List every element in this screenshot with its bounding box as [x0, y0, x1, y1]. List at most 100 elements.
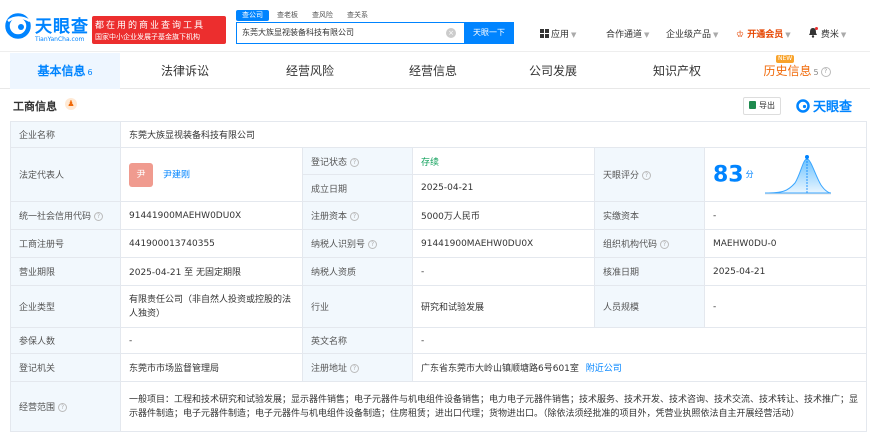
chevron-down-icon: ▼ — [644, 31, 650, 39]
tab-history[interactable]: NEW 历史信息 5? — [742, 53, 852, 89]
grid-icon — [540, 29, 549, 38]
tab-operating-info[interactable]: 经营信息 — [378, 53, 488, 89]
table-row: 工商注册号 441900013740355 纳税人识别号? 91441900MA… — [10, 229, 868, 258]
partner-label: 合作通道 — [606, 30, 643, 40]
legal-rep-label: 法定代表人 — [10, 147, 121, 202]
credit-code-label: 统一社会信用代码? — [10, 201, 121, 230]
score-distribution-icon — [764, 154, 831, 194]
address-value: 广东省东莞市大岭山镇顺塘路6号601室 — [421, 364, 579, 374]
search-tab-risk[interactable]: 查风险 — [306, 10, 339, 21]
search-tab-company[interactable]: 查公司 — [236, 10, 269, 21]
section-title: 工商信息 — [13, 100, 57, 113]
tab-development[interactable]: 公司发展 — [498, 53, 608, 89]
partner-menu[interactable]: 合作通道 ▼ — [606, 27, 649, 40]
en-name-label: 英文名称 — [302, 327, 413, 354]
scope-label-text: 经营范围 — [19, 403, 56, 413]
legal-rep-link[interactable]: 尹建刚 — [163, 170, 190, 180]
authority-value: 东莞市市场监督管理局 — [120, 353, 303, 382]
insured-label: 参保人数 — [10, 327, 121, 354]
nearby-companies-link[interactable]: 附近公司 — [586, 364, 622, 374]
user-menu[interactable]: 费米 ▼ — [808, 27, 846, 40]
taxpayer-id-value: 91441900MAEHW0DU0X — [412, 229, 595, 258]
company-name-label: 企业名称 — [10, 121, 121, 148]
help-icon[interactable]: ? — [350, 364, 360, 373]
export-button[interactable]: 导出 — [743, 97, 781, 115]
industry-label: 行业 — [302, 285, 413, 328]
table-row: 企业类型 有限责任公司（非自然人投资或控股的法人独资） 行业 研究和试验发展 人… — [10, 285, 868, 328]
search-tab-boss[interactable]: 查老板 — [271, 10, 304, 21]
legal-rep-cell: 尹尹建刚 — [120, 147, 303, 202]
section-header: 工商信息 ♟ — [0, 90, 870, 118]
staff-label: 人员规模 — [594, 285, 705, 328]
enterprise-label: 企业级产品 — [666, 30, 712, 40]
table-row: 统一社会信用代码? 91441900MAEHW0DU0X 注册资本? 5000万… — [10, 201, 868, 230]
help-icon[interactable]: ? — [820, 66, 831, 77]
address-label-text: 注册地址 — [311, 364, 348, 374]
tab-operating-risk[interactable]: 经营风险 — [255, 53, 365, 89]
staff-value: - — [703, 285, 868, 328]
tab-legal[interactable]: 法律诉讼 — [130, 53, 240, 89]
business-info-table: 企业名称 东莞大族显视装备科技有限公司 法定代表人 尹尹建刚 登记状态? 存续 … — [10, 121, 868, 432]
tab-count: 6 — [87, 68, 93, 77]
avatar[interactable]: 尹 — [129, 162, 153, 187]
company-name: 东莞大族显视装备科技有限公司 — [119, 121, 868, 148]
taxpayer-id-label-text: 纳税人识别号 — [311, 240, 366, 250]
term-label: 营业期限 — [10, 257, 121, 286]
score-cell[interactable]: 83 分 — [703, 147, 868, 202]
org-code-label-text: 组织机构代码 — [603, 240, 658, 250]
section-brand-label: 天眼查 — [813, 100, 853, 115]
search-input[interactable]: 东莞大族显视装备科技有限公司 × — [236, 22, 464, 44]
en-name-value: - — [411, 327, 868, 354]
tab-ip[interactable]: 知识产权 — [622, 53, 732, 89]
tab-count: 5 — [813, 68, 819, 77]
taxpayer-qual-value: - — [412, 257, 595, 286]
tab-label: 知识产权 — [652, 64, 701, 78]
search-tab-relation[interactable]: 查关系 — [341, 10, 374, 21]
taxpayer-qual-label: 纳税人资质 — [302, 257, 413, 286]
table-row: 营业期限 2025-04-21 至 无固定期限 纳税人资质 - 核准日期 202… — [10, 257, 868, 286]
tab-basic-info[interactable]: 基本信息 6 — [10, 53, 120, 89]
search-input-value[interactable]: 东莞大族显视装备科技有限公司 — [242, 27, 354, 38]
main-tabs: 基本信息 6 法律诉讼 经营风险 经营信息 公司发展 知识产权 NEW 历史信息 5… — [0, 53, 870, 89]
help-icon[interactable]: ? — [368, 240, 378, 249]
insured-value: - — [120, 327, 303, 354]
help-icon[interactable]: ? — [642, 171, 652, 180]
help-icon[interactable]: ? — [58, 403, 68, 412]
founded-label: 成立日期 — [302, 174, 413, 202]
apps-menu[interactable]: 应用 ▼ — [540, 27, 576, 40]
export-label: 导出 — [759, 101, 775, 110]
enterprise-menu[interactable]: 企业级产品 ▼ — [666, 27, 718, 40]
address-cell: 广东省东莞市大岭山镇顺塘路6号601室 附近公司 — [411, 353, 868, 382]
help-icon[interactable]: ? — [350, 212, 360, 221]
score-value: 83 — [713, 162, 744, 187]
table-row: 登记机关 东莞市市场监督管理局 注册地址? 广东省东莞市大岭山镇顺塘路6号601… — [10, 353, 868, 382]
bell-icon — [809, 27, 818, 38]
chevron-down-icon: ▼ — [785, 31, 791, 39]
tab-label: 经营信息 — [408, 64, 457, 78]
score-label-text: 天眼评分 — [603, 171, 640, 181]
clear-icon[interactable]: × — [446, 28, 456, 38]
search-button[interactable]: 天眼一下 — [464, 22, 514, 44]
founded-value: 2025-04-21 — [412, 174, 595, 202]
brand-logo[interactable]: 天眼查 TianYanCha.com — [5, 10, 89, 44]
user-name: 费米 — [820, 30, 839, 40]
table-row: 法定代表人 尹尹建刚 登记状态? 存续 天眼评分? 83 分 — [10, 147, 868, 202]
tab-label: 公司发展 — [528, 64, 577, 78]
tab-label: 历史信息 — [763, 64, 812, 78]
paid-capital-value: - — [703, 201, 868, 230]
help-icon[interactable]: ? — [94, 212, 104, 221]
chevron-down-icon: ▼ — [571, 31, 577, 39]
slogan-line2: 国家中小企业发展子基金旗下机构 — [95, 33, 200, 41]
reg-capital-label-text: 注册资本 — [311, 212, 348, 222]
approval-value: 2025-04-21 — [703, 257, 868, 286]
chevron-down-icon: ▼ — [713, 31, 719, 39]
section-brand: 天眼查 — [796, 96, 852, 115]
reg-no-value: 441900013740355 — [120, 229, 303, 258]
tab-label: 基本信息 — [37, 64, 86, 78]
help-icon[interactable]: ? — [350, 157, 360, 167]
vip-menu[interactable]: ♔ 开通会员 ▼ — [736, 27, 791, 40]
brand-name: 天眼查 — [35, 17, 89, 37]
alert-bell-icon[interactable]: ♟ — [65, 98, 77, 110]
help-icon[interactable]: ? — [660, 240, 670, 249]
tab-label: 法律诉讼 — [160, 64, 209, 78]
